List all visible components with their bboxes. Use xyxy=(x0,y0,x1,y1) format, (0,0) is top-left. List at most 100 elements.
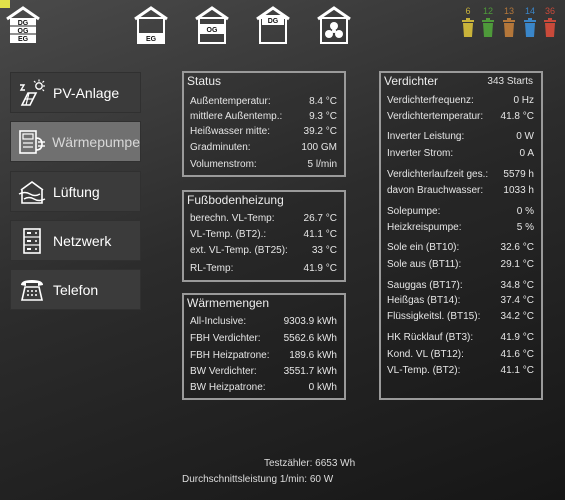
row-label: Flüssigkeitsl. (BT15): xyxy=(387,311,481,322)
row-value: 5579 h xyxy=(503,169,534,180)
row-label: All-Inclusive: xyxy=(190,316,247,327)
house-label-eg: EG xyxy=(18,36,29,43)
row-value: 41.1 °C xyxy=(303,229,337,240)
fussboden-row: VL-Temp. (BT2).: 41.1 °C xyxy=(190,228,337,241)
row-label: Sole aus (BT11): xyxy=(387,259,462,270)
waermemengen-row: BW Verdichter: 3551.7 kWh xyxy=(190,365,337,378)
row-value: 5562.6 kWh xyxy=(283,333,337,344)
verdichter-row: Heizkreispumpe: 5 % xyxy=(387,221,534,234)
trash-green-icon xyxy=(482,18,494,37)
top-nav: DG OG EG EG OG DG 6 12 13 14 36 xyxy=(0,0,565,50)
panel-title: Verdichter xyxy=(384,74,439,88)
house-eg-icon[interactable]: EG xyxy=(133,6,169,44)
testzaehler-text: Testzähler: 6653 Wh xyxy=(264,458,356,469)
row-label: Außentemperatur: xyxy=(190,96,271,107)
verdichter-row: Sauggas (BT17): 34.8 °C xyxy=(387,279,534,292)
row-value: 26.7 °C xyxy=(303,213,337,224)
trash-bin-1[interactable]: 6 xyxy=(458,6,478,38)
house-all-floors-icon[interactable]: DG OG EG xyxy=(5,6,41,44)
verdichter-row: Verdichtertemperatur: 41.8 °C xyxy=(387,110,534,123)
verdichter-row: Sole aus (BT11): 29.1 °C xyxy=(387,258,534,271)
fussboden-row: ext. VL-Temp. (BT25): 33 °C xyxy=(190,244,337,257)
ventilation-icon xyxy=(17,177,47,207)
row-label: davon Brauchwasser: xyxy=(387,185,484,196)
verdichter-panel: Verdichter 343 Starts Verdichterfrequenz… xyxy=(379,71,543,400)
trash-blue-icon xyxy=(524,18,536,37)
row-label: Volumenstrom: xyxy=(190,159,257,170)
row-value: 189.6 kWh xyxy=(289,350,337,361)
waermemengen-row: FBH Verdichter: 5562.6 kWh xyxy=(190,332,337,345)
sidebar-item-netzwerk[interactable]: Netzwerk xyxy=(10,220,141,261)
durchschnittsleistung-text: Durchschnittsleistung 1/min: 60 W xyxy=(182,474,334,485)
row-label: VL-Temp. (BT2).: xyxy=(190,229,267,240)
row-value: 0 kWh xyxy=(308,382,337,393)
sidebar-item-label: Wärmepumpe xyxy=(52,133,140,150)
house-label-dg: DG xyxy=(18,20,29,27)
panel-title: Wärmemengen xyxy=(187,296,270,310)
sidebar-item-waermepumpe[interactable]: Wärmepumpe xyxy=(10,121,141,162)
row-value: 37.4 °C xyxy=(500,295,534,306)
house-og-icon[interactable]: OG xyxy=(194,6,230,44)
row-value: 39.2 °C xyxy=(303,126,337,137)
row-value: 0 W xyxy=(516,131,534,142)
row-value: 41.1 °C xyxy=(500,365,534,376)
status-row: Außentemperatur: 8.4 °C xyxy=(190,95,337,108)
house-fan-icon[interactable] xyxy=(316,6,352,44)
sidebar-item-label: PV-Anlage xyxy=(53,84,120,101)
row-value: 41.8 °C xyxy=(500,111,534,122)
trash-yellow-icon xyxy=(462,18,474,37)
status-row: Gradminuten: 100 GM xyxy=(190,141,337,154)
starts-count: 343 Starts xyxy=(487,76,533,87)
trash-bin-2[interactable]: 12 xyxy=(478,6,498,38)
fussboden-row: RL-Temp: 41.9 °C xyxy=(190,262,337,275)
row-label: Sole ein (BT10): xyxy=(387,242,460,253)
waermemengen-row: BW Heizpatrone: 0 kWh xyxy=(190,381,337,394)
row-label: Verdichterlaufzeit ges.: xyxy=(387,169,489,180)
verdichter-row: Flüssigkeitsl. (BT15): 34.2 °C xyxy=(387,310,534,323)
sidebar-item-label: Netzwerk xyxy=(53,232,112,249)
row-label: Kond. VL (BT12): xyxy=(387,349,464,360)
verdichter-row: HK Rücklauf (BT3): 41.9 °C xyxy=(387,331,534,344)
row-value: 33 °C xyxy=(311,245,337,256)
verdichter-row: Solepumpe: 0 % xyxy=(387,205,534,218)
row-label: Heißwasser mitte: xyxy=(190,126,271,137)
row-value: 34.8 °C xyxy=(500,280,534,291)
row-label: mittlere Außentemp.: xyxy=(190,111,283,122)
phone-icon xyxy=(17,275,47,305)
verdichter-row: davon Brauchwasser: 1033 h xyxy=(387,184,534,197)
trash-red-icon xyxy=(544,18,556,37)
row-value: 41.9 °C xyxy=(303,263,337,274)
heatpump-icon xyxy=(17,127,46,157)
fussboden-row: berechn. VL-Temp: 26.7 °C xyxy=(190,212,337,225)
row-value: 34.2 °C xyxy=(500,311,534,322)
waermemengen-row: All-Inclusive: 9303.9 kWh xyxy=(190,315,337,328)
panel-title: Fußbodenheizung xyxy=(187,193,284,207)
sidebar-item-telefon[interactable]: Telefon xyxy=(10,269,141,310)
trash-days: 6 xyxy=(465,6,471,16)
trash-bin-5[interactable]: 36 xyxy=(540,6,560,38)
row-label: Gradminuten: xyxy=(190,142,251,153)
trash-bin-4[interactable]: 14 xyxy=(520,6,540,38)
row-label: Inverter Leistung: xyxy=(387,131,465,142)
house-dg-icon[interactable]: DG xyxy=(255,6,291,44)
row-value: 0 % xyxy=(516,206,534,217)
trash-bin-3[interactable]: 13 xyxy=(499,6,519,38)
row-value: 100 GM xyxy=(301,142,337,153)
verdichter-row: Heißgas (BT14): 37.4 °C xyxy=(387,294,534,307)
verdichter-row: Kond. VL (BT12): 41.6 °C xyxy=(387,348,534,361)
row-value: 5 % xyxy=(516,222,534,233)
row-value: 1033 h xyxy=(503,185,534,196)
row-value: 3551.7 kWh xyxy=(283,366,337,377)
waermemengen-row: FBH Heizpatrone: 189.6 kWh xyxy=(190,349,337,362)
house-label-eg: EG xyxy=(146,36,157,43)
sidebar-item-pv-anlage[interactable]: PV-Anlage xyxy=(10,72,141,113)
trash-brown-icon xyxy=(503,18,515,37)
fussbodenheizung-panel: Fußbodenheizung berechn. VL-Temp: 26.7 °C… xyxy=(182,190,346,282)
trash-days: 13 xyxy=(503,6,514,16)
row-label: Solepumpe: xyxy=(387,206,441,217)
sidebar-item-lueftung[interactable]: Lüftung xyxy=(10,171,141,212)
row-value: 29.1 °C xyxy=(500,259,534,270)
row-label: Inverter Strom: xyxy=(387,148,454,159)
status-row: Heißwasser mitte: 39.2 °C xyxy=(190,125,337,138)
network-icon xyxy=(17,226,47,256)
